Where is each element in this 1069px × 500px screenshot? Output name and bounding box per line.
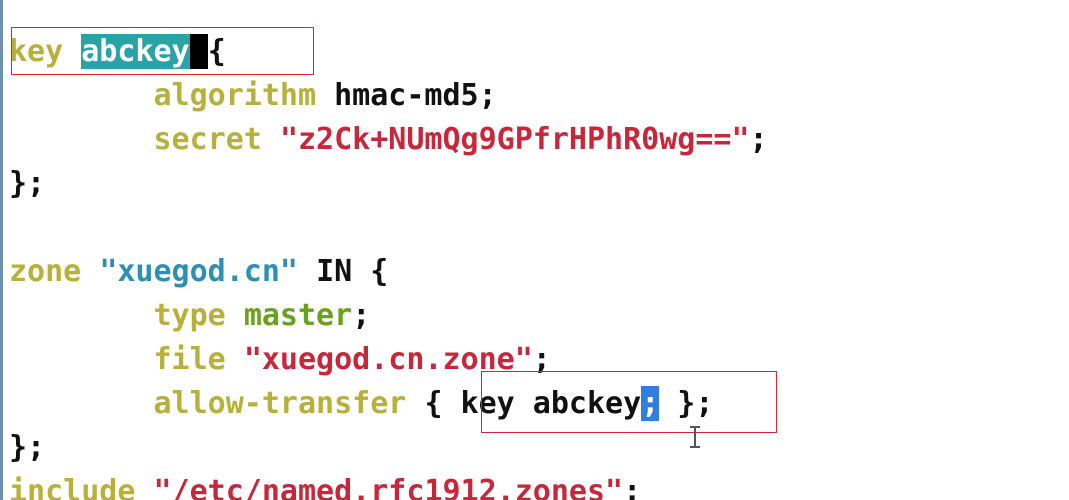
keyword-zone: zone [9, 254, 82, 289]
annotation-box-allow-transfer-key [481, 371, 777, 433]
algorithm-value: hmac-md5; [334, 78, 497, 113]
secret-semicolon: ; [749, 122, 768, 157]
keyword-include: include [9, 474, 136, 500]
vim-editor[interactable]: key abckey { algorithm hmac-md5; secret … [0, 0, 1069, 500]
type-value: master [243, 298, 353, 333]
code-line-file: file "xuegod.cn.zone"; [9, 338, 551, 382]
keyword-type: type [153, 298, 226, 333]
keyword-allow-transfer: allow-transfer [153, 386, 407, 421]
code-line-type: type master; [9, 294, 371, 338]
keyword-algorithm: algorithm [153, 78, 317, 113]
code-line-zone: zone "xuegod.cn" IN { [9, 250, 388, 294]
keyword-file: file [153, 342, 226, 377]
code-line-secret: secret "z2Ck+NUmQg9GPfrHPhR0wg=="; [9, 118, 768, 162]
code-line-algorithm: algorithm hmac-md5; [9, 74, 497, 118]
annotation-box-key-definition [11, 27, 314, 75]
zone-block-close: }; [9, 430, 46, 465]
mouse-ibeam-cursor-icon [689, 426, 701, 448]
secret-value: "z2Ck+NUmQg9GPfrHPhR0wg==" [279, 122, 750, 157]
zone-name: "xuegod.cn" [99, 254, 298, 289]
code-line-include: include "/etc/named.rfc1912.zones"; [9, 470, 641, 500]
keyword-secret: secret [153, 122, 262, 157]
code-line-zone-close: }; [9, 426, 45, 470]
type-semicolon: ; [352, 298, 371, 333]
code-line-key-close: }; [9, 162, 45, 206]
key-block-close: }; [9, 166, 46, 201]
include-value: "/etc/named.rfc1912.zones" [153, 474, 624, 500]
zone-rest: IN { [316, 254, 389, 289]
include-semicolon: ; [623, 474, 642, 500]
